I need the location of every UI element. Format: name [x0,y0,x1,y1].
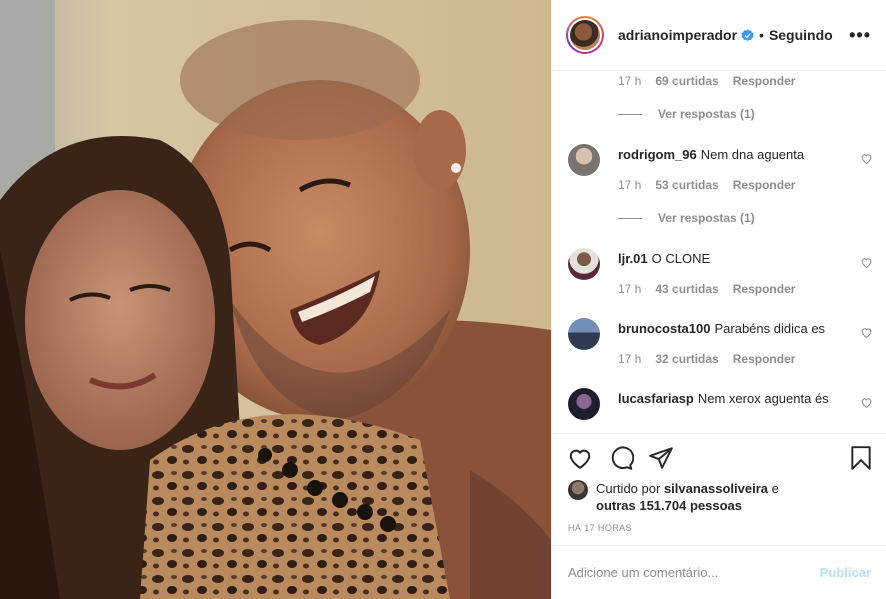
like-comment-heart-icon[interactable] [860,256,873,269]
post-photo[interactable] [0,0,551,599]
post-header: adrianoimperador • Seguindo ••• [552,0,886,71]
comment-avatar[interactable] [568,318,600,350]
comment-avatar[interactable] [568,248,600,280]
liker-username[interactable]: silvanassoliveira [664,481,768,496]
comment-username[interactable]: rodrigom_96 [618,147,697,162]
like-heart-icon[interactable] [567,445,593,471]
view-replies-label: Ver respostas (1) [658,211,755,225]
following-button[interactable]: Seguindo [769,27,833,43]
likes-others-count[interactable]: outras 151.704 pessoas [596,498,742,513]
likes-and: e [771,481,779,496]
post-actions: Curtido por silvanassoliveira e outras 1… [552,433,886,545]
reply-button[interactable]: Responder [733,352,796,366]
replies-divider [618,217,642,219]
publish-button[interactable]: Publicar [820,565,871,580]
share-paper-plane-icon[interactable] [648,445,674,471]
comment-time: 17 h [618,282,642,296]
replies-divider [618,113,642,115]
reply-button[interactable]: Responder [733,74,796,88]
comment-avatar[interactable] [568,388,600,420]
like-comment-heart-icon[interactable] [860,326,873,339]
post-timestamp[interactable]: HÁ 17 HORAS [568,523,632,533]
comment-text: Nem xerox aguenta és [697,391,829,406]
comment-time: 17 h [618,74,642,88]
post-side-panel: adrianoimperador • Seguindo ••• 17 h 69 … [551,0,886,599]
likes-summary: Curtido por silvanassoliveira e outras 1… [568,480,816,514]
view-replies-button[interactable]: Ver respostas (1) [618,107,755,121]
comment-meta: 17 h 53 curtidas Responder [618,178,795,192]
save-bookmark-icon[interactable] [848,445,874,471]
view-replies-button[interactable]: Ver respostas (1) [618,211,755,225]
comment-username[interactable]: lucasfariasp [618,391,694,406]
post-photo-illustration [0,0,551,599]
profile-avatar-image [570,20,600,50]
add-comment-bar: Publicar [552,545,886,599]
verified-badge-icon [741,28,754,41]
comments-list[interactable]: 17 h 69 curtidas Responder Ver respostas… [552,71,886,433]
comment-text: Parabéns didica es [714,321,826,336]
like-comment-heart-icon[interactable] [860,152,873,165]
comment-likes[interactable]: 43 curtidas [655,282,718,296]
comment-input[interactable] [568,565,820,580]
more-options-icon[interactable]: ••• [849,26,871,44]
comment-likes[interactable]: 69 curtidas [655,74,718,88]
comment-username[interactable]: ljr.01 [618,251,648,266]
comment-likes[interactable]: 53 curtidas [655,178,718,192]
comment-likes[interactable]: 32 curtidas [655,352,718,366]
post-author-username[interactable]: adrianoimperador [618,27,737,43]
comment-bubble-icon[interactable] [608,445,634,471]
liker-avatar[interactable] [568,480,588,500]
header-separator: • [759,27,764,43]
comment-meta: 17 h 69 curtidas Responder [618,74,795,88]
view-replies-label: Ver respostas (1) [658,107,755,121]
reply-button[interactable]: Responder [733,178,796,192]
comment-text: O CLONE [651,251,711,266]
comment-time: 17 h [618,178,642,192]
comment-avatar[interactable] [568,144,600,176]
comment-username[interactable]: brunocosta100 [618,321,710,336]
comment-meta: 17 h 32 curtidas Responder [618,352,795,366]
likes-prefix: Curtido por [596,481,661,496]
comment-time: 17 h [618,352,642,366]
reply-button[interactable]: Responder [733,282,796,296]
comment-meta: 17 h 43 curtidas Responder [618,282,795,296]
like-comment-heart-icon[interactable] [860,396,873,409]
comment-text: Nem dna aguenta [700,147,805,162]
profile-avatar[interactable] [566,16,604,54]
